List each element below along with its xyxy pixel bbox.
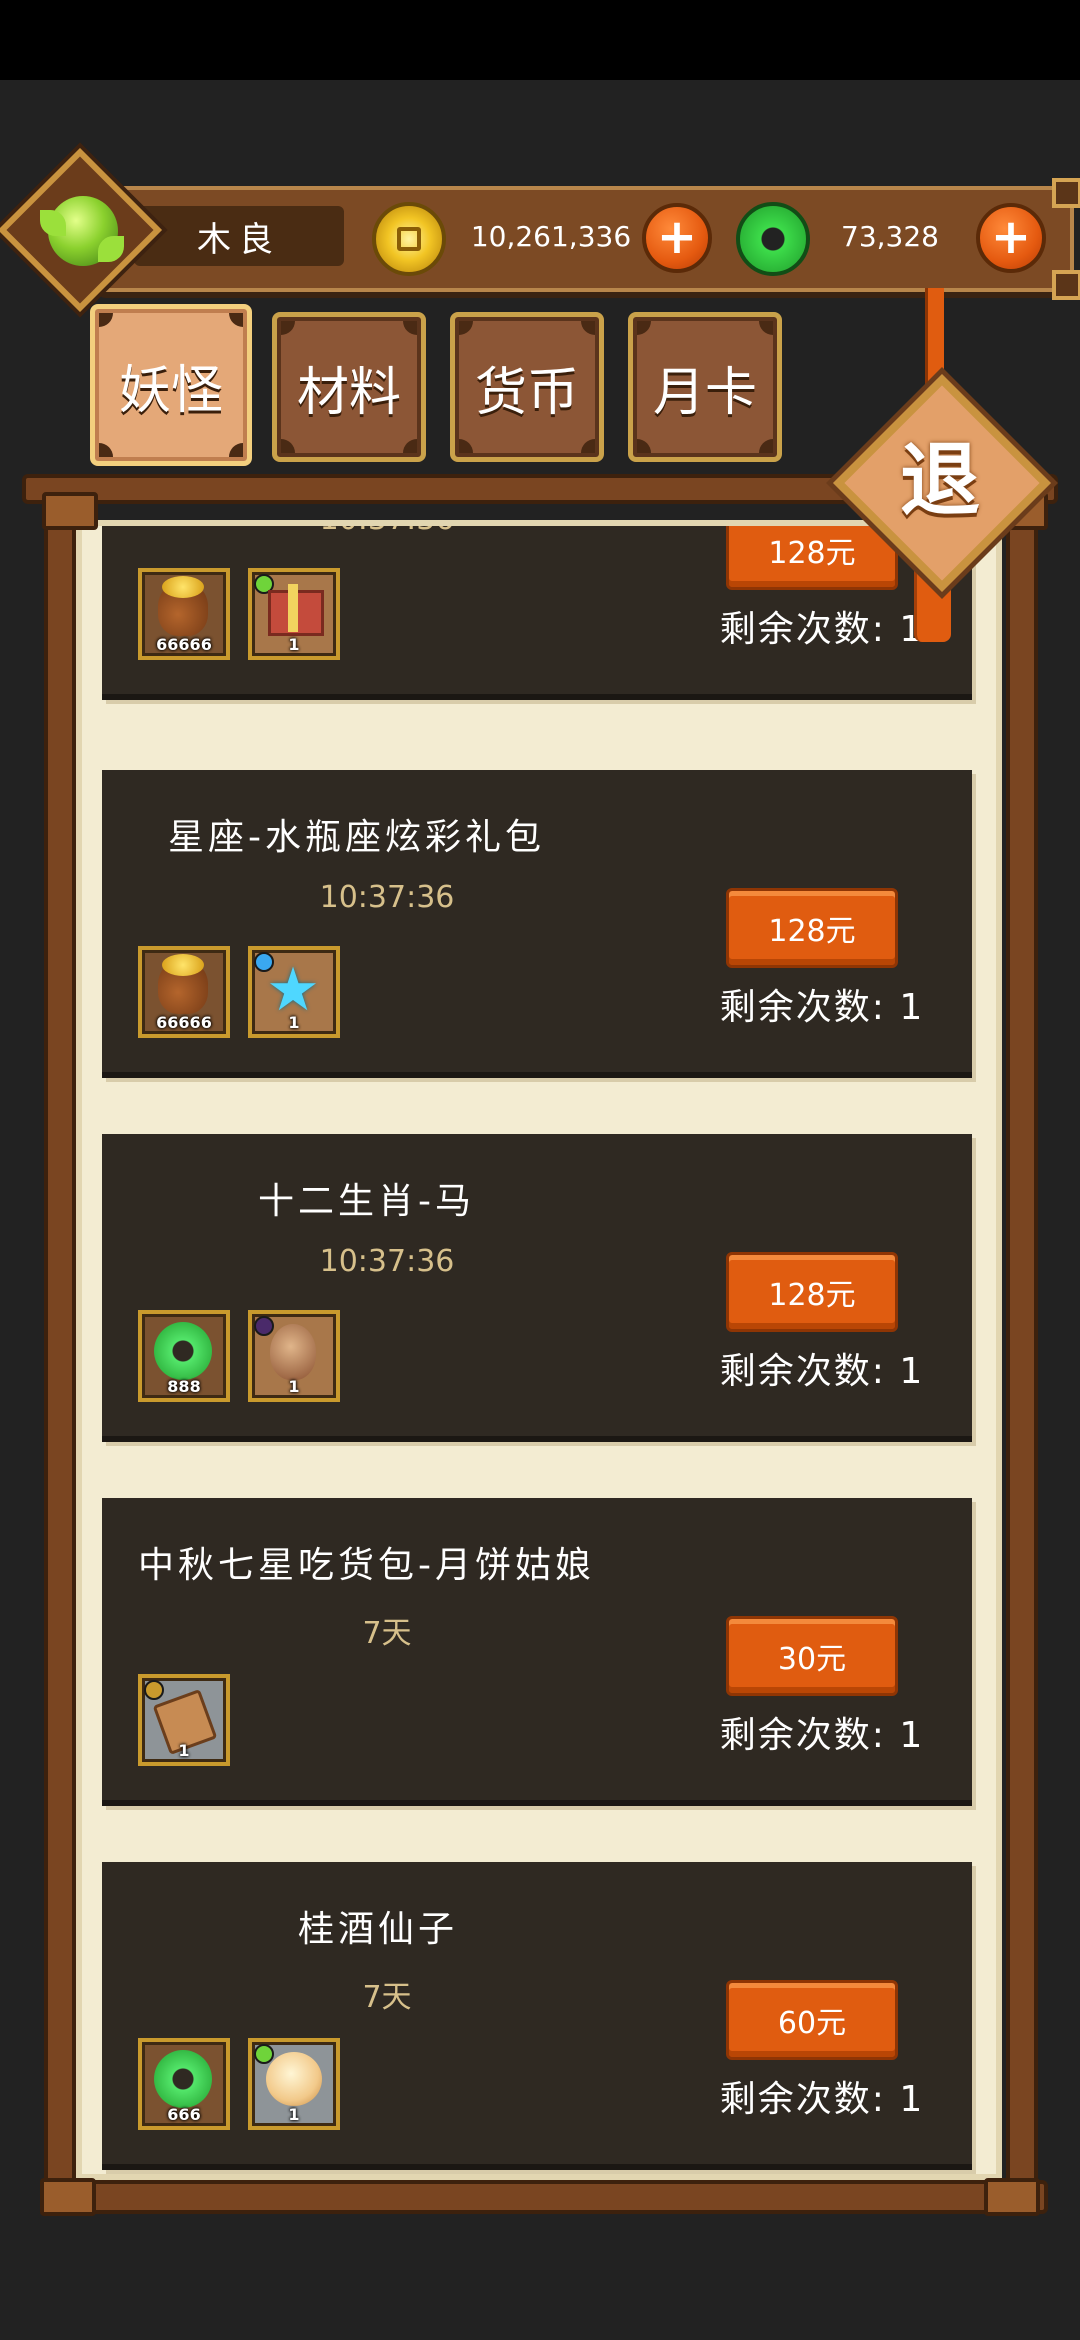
frame-cap [42, 492, 98, 530]
tab-label: 妖怪 [118, 360, 223, 421]
fairy-icon [266, 2052, 322, 2106]
item-quantity: 1 [288, 2105, 300, 2124]
reward-item[interactable]: ★ 1 [248, 946, 340, 1038]
element-dot [254, 1316, 274, 1336]
reward-item[interactable]: 888 [138, 1310, 230, 1402]
tab-label: 月卡 [652, 362, 757, 423]
frame-rod-bottom [40, 2180, 1048, 2214]
frame-cap [40, 2178, 96, 2216]
status-bar [0, 0, 1080, 80]
add-gold-button[interactable]: + [642, 203, 712, 273]
tab-yaoguai[interactable]: 妖怪 [90, 304, 252, 466]
reward-item[interactable]: 1 [248, 568, 340, 660]
package-card: 星座-水瓶座炫彩礼包 10:37:36 128元 剩余次数: 1 66666 ★… [102, 770, 972, 1078]
corner-ornament [1052, 270, 1080, 300]
package-card: 中秋七星吃货包-月饼姑娘 7天 30元 剩余次数: 1 1 [102, 1498, 972, 1806]
package-card: 十二生肖-马 10:37:36 128元 剩余次数: 1 888 1 [102, 1134, 972, 1442]
reward-item[interactable]: 66666 [138, 568, 230, 660]
add-jade-button[interactable]: + [976, 203, 1046, 273]
element-dot [254, 2044, 274, 2064]
tab-huobi[interactable]: 货币 [450, 312, 604, 462]
item-quantity: 1 [288, 1377, 300, 1396]
item-quantity: 66666 [156, 1013, 212, 1032]
item-quantity: 1 [178, 1741, 190, 1760]
package-timer: 10:37:36 [319, 1244, 455, 1279]
reward-item[interactable]: 666 [138, 2038, 230, 2130]
item-quantity: 1 [288, 1013, 300, 1032]
package-timer: 7天 [362, 1616, 412, 1651]
jade-coin-icon [736, 202, 810, 276]
item-quantity: 666 [167, 2105, 201, 2124]
reward-item[interactable]: 66666 [138, 946, 230, 1038]
tab-label: 材料 [296, 362, 401, 423]
reward-item[interactable]: 1 [248, 1310, 340, 1402]
buy-button[interactable]: 128元 [726, 1252, 898, 1332]
buy-button[interactable]: 128元 [726, 888, 898, 968]
package-title: 十二生肖-马 [258, 1181, 475, 1222]
frame-pole-right [1006, 494, 1038, 2198]
buy-button[interactable]: 30元 [726, 1616, 898, 1696]
remaining-count: 剩余次数: 1 [719, 1715, 925, 1756]
package-title: 桂酒仙子 [298, 1909, 459, 1950]
tab-label: 货币 [474, 362, 579, 423]
item-quantity: 66666 [156, 635, 212, 654]
package-card: 10:37:36 128元 剩余次数: 1 66666 1 [102, 526, 972, 700]
jade-coin-icon [154, 2050, 212, 2108]
package-timer: 7天 [362, 1980, 412, 2015]
package-list[interactable]: 10:37:36 128元 剩余次数: 1 66666 1 星座-水瓶座炫彩礼包… [76, 526, 1002, 2176]
package-title: 中秋七星吃货包-月饼姑娘 [138, 1545, 595, 1586]
star-spirit-icon: ★ [266, 955, 320, 1025]
element-dot [144, 1680, 164, 1700]
tab-cailiao[interactable]: 材料 [272, 312, 426, 462]
jade-coin-icon [154, 1322, 212, 1380]
package-title: 星座-水瓶座炫彩礼包 [168, 817, 545, 858]
item-quantity: 888 [167, 1377, 201, 1396]
tab-yueka[interactable]: 月卡 [628, 312, 782, 462]
frame-pole-left [44, 494, 76, 2198]
gold-amount: 10,261,336 [470, 219, 632, 253]
item-quantity: 1 [288, 635, 300, 654]
exit-label[interactable]: 退 [870, 416, 1010, 546]
gold-coin-icon [372, 202, 446, 276]
buy-button[interactable]: 60元 [726, 1980, 898, 2060]
jade-amount: 73,328 [841, 219, 939, 253]
package-timer: 10:37:36 [282, 526, 492, 537]
package-timer: 10:37:36 [319, 880, 455, 915]
remaining-count: 剩余次数: 1 [719, 2079, 925, 2120]
reward-item[interactable]: 1 [248, 2038, 340, 2130]
package-card: 桂酒仙子 7天 60元 剩余次数: 1 666 1 [102, 1862, 972, 2170]
player-name: 木良 [134, 206, 344, 266]
remaining-count: 剩余次数: 1 [719, 609, 925, 650]
reward-item[interactable]: 1 [138, 1674, 230, 1766]
horse-egg-icon [270, 1324, 316, 1380]
corner-ornament [1052, 178, 1080, 208]
remaining-count: 剩余次数: 1 [719, 1351, 925, 1392]
remaining-count: 剩余次数: 1 [719, 987, 925, 1028]
frame-cap [984, 2178, 1040, 2216]
